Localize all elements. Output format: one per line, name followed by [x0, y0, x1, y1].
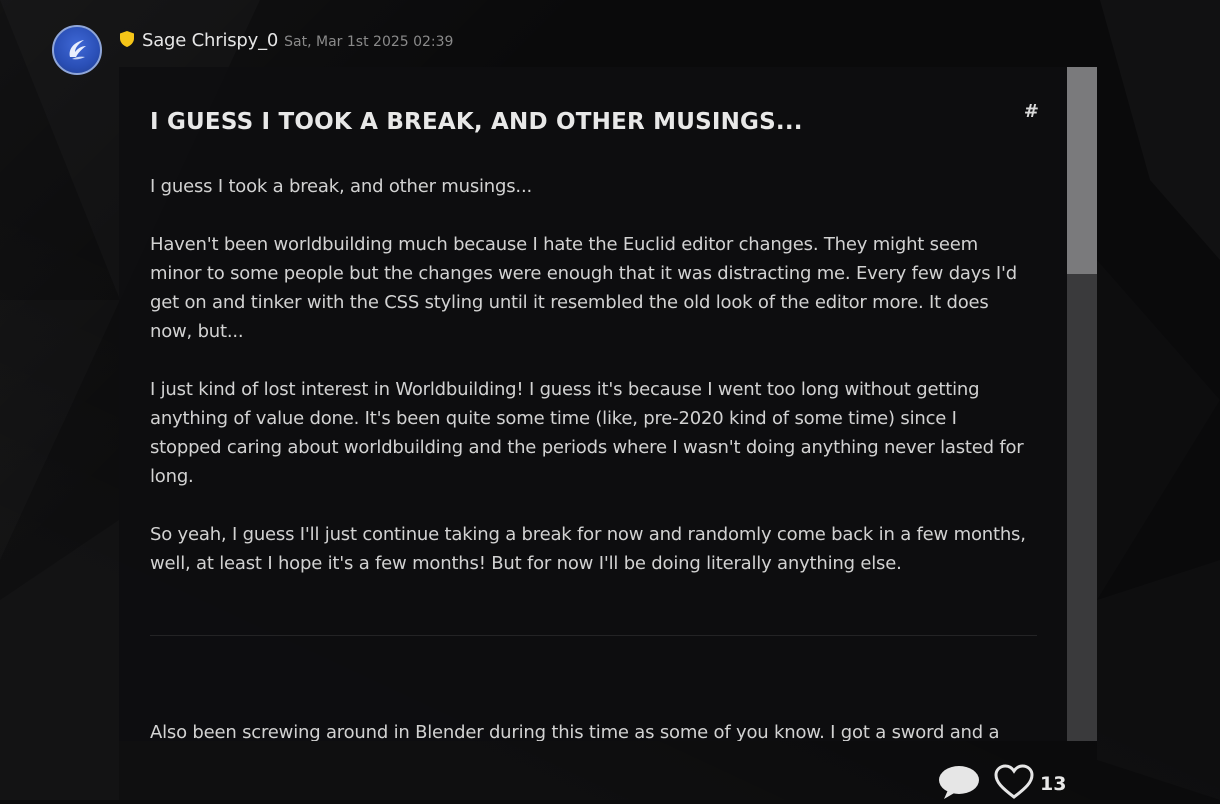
scrollbar-thumb[interactable] [1067, 67, 1097, 274]
post-paragraph: So yeah, I guess I'll just continue taki… [150, 524, 1026, 574]
author-avatar[interactable] [52, 25, 102, 75]
author-name[interactable]: Sage Chrispy_0 [142, 30, 278, 51]
scrollbar-track[interactable] [1067, 67, 1097, 741]
post-paragraph: Also been screwing around in Blender dur… [150, 722, 1000, 741]
post-actions: 13 [938, 764, 1066, 804]
heart-icon[interactable] [994, 764, 1034, 804]
like-count: 13 [1040, 773, 1067, 795]
post-paragraph: Haven't been worldbuilding much because … [150, 234, 1017, 342]
content-divider [150, 635, 1037, 636]
wing-emblem-icon [69, 40, 86, 60]
post-body: I guess I took a break, and other musing… [150, 172, 1030, 607]
post-header: Sage Chrispy_0 Sat, Mar 1st 2025 02:39 [118, 28, 453, 51]
comment-icon[interactable] [938, 764, 980, 804]
post-paragraph: I just kind of lost interest in Worldbui… [150, 379, 1024, 487]
post-title: I GUESS I TOOK A BREAK, AND OTHER MUSING… [150, 109, 803, 135]
post-anchor-link[interactable]: # [1024, 101, 1039, 122]
post-card: # I GUESS I TOOK A BREAK, AND OTHER MUSI… [119, 67, 1067, 741]
post-paragraph: I guess I took a break, and other musing… [150, 176, 532, 197]
post-date: Sat, Mar 1st 2025 02:39 [284, 34, 454, 50]
shield-icon [118, 30, 136, 48]
